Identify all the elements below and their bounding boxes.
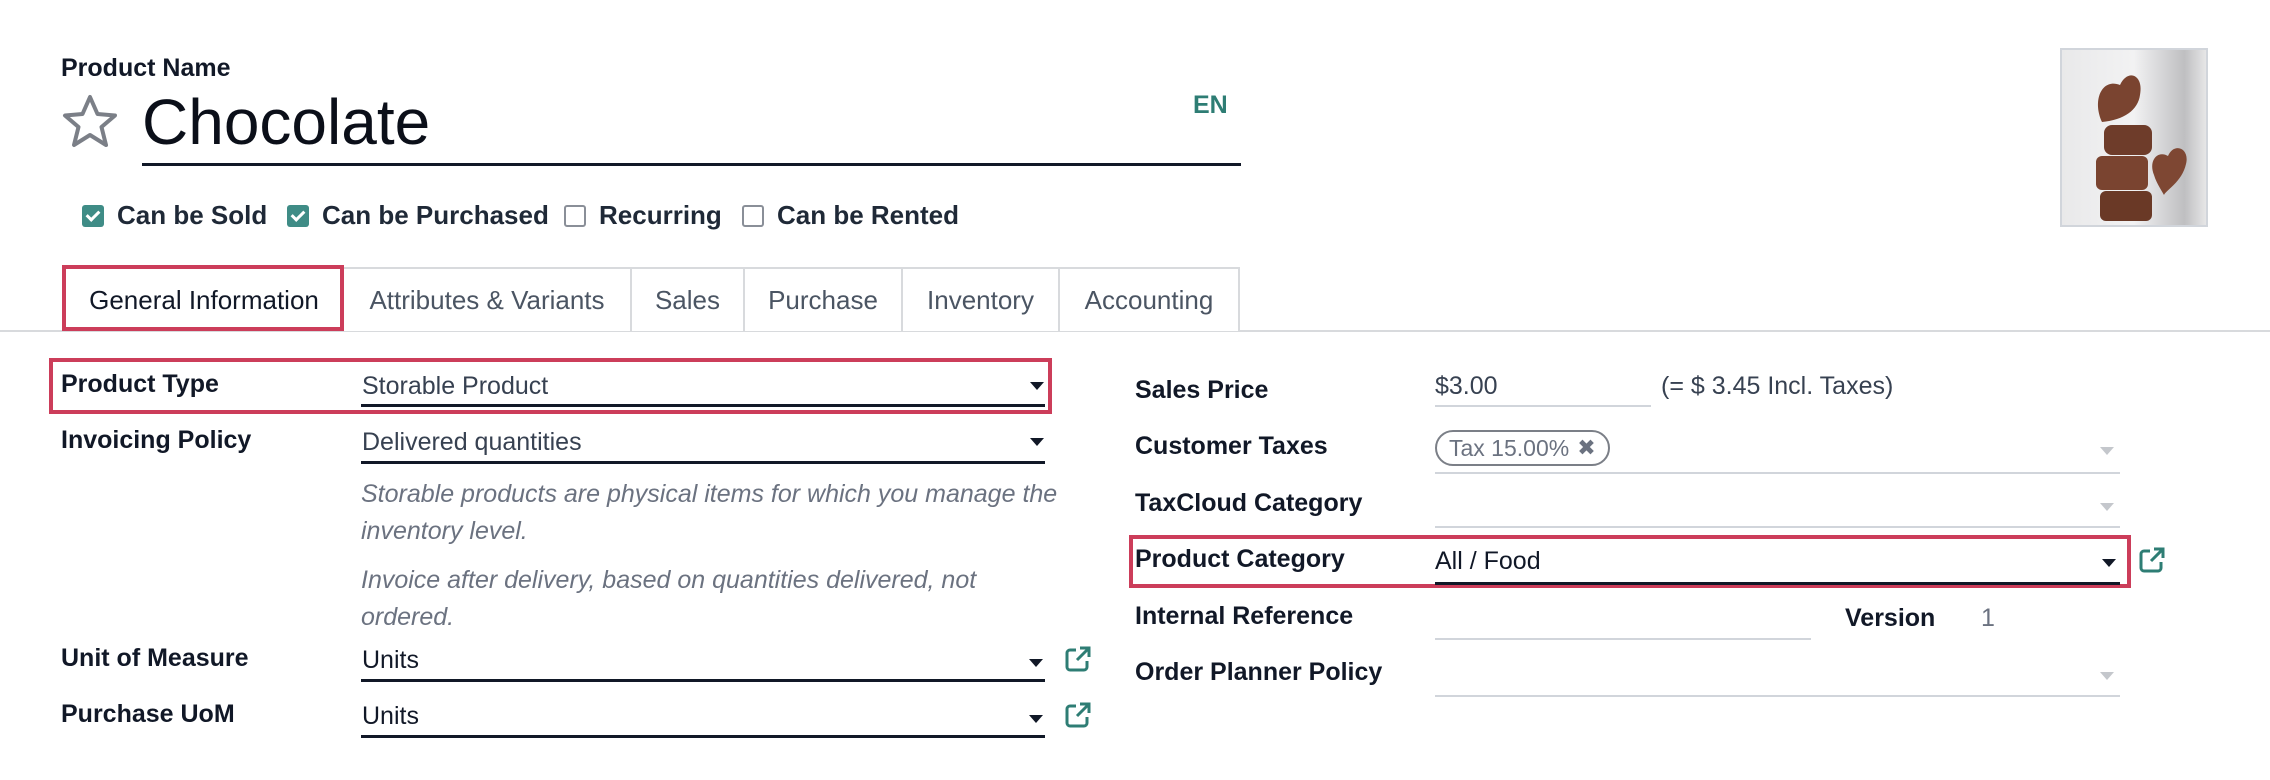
product-category-select[interactable]: All / Food [1435, 547, 1541, 576]
recurring-label[interactable]: Recurring [599, 200, 722, 231]
product-type-underline [361, 404, 1045, 407]
tax-tag-label: Tax 15.00% [1449, 434, 1570, 461]
order-planner-policy-caret-icon[interactable] [2100, 672, 2114, 680]
tab-sales[interactable]: Sales [630, 267, 745, 331]
purchase-uom-underline [361, 735, 1045, 738]
taxcloud-category-underline [1435, 526, 2120, 528]
unit-of-measure-caret-icon[interactable] [1029, 659, 1043, 667]
purchase-uom-caret-icon[interactable] [1029, 715, 1043, 723]
product-category-underline [1435, 582, 2120, 585]
tax-tag[interactable]: Tax 15.00% ✖ [1435, 430, 1610, 466]
product-type-caret-icon[interactable] [1030, 382, 1044, 390]
invoicing-policy-underline [361, 461, 1045, 464]
sales-price-underline [1435, 405, 1651, 407]
customer-taxes-label: Customer Taxes [1135, 432, 1328, 460]
product-name-underline [142, 163, 1241, 166]
purchase-uom-label: Purchase UoM [61, 700, 235, 728]
internal-reference-underline [1435, 638, 1811, 640]
sales-price-label: Sales Price [1135, 376, 1269, 404]
invoicing-policy-help-text: Invoice after delivery, based on quantit… [361, 566, 977, 631]
favorite-star-icon[interactable] [60, 93, 120, 151]
language-button[interactable]: EN [1193, 91, 1228, 120]
product-name-input[interactable]: Chocolate [142, 84, 430, 160]
unit-of-measure-select[interactable]: Units [362, 646, 419, 675]
product-name-label: Product Name [61, 54, 231, 82]
product-type-select[interactable]: Storable Product [362, 372, 548, 401]
can-be-purchased-checkbox[interactable] [287, 205, 309, 227]
taxcloud-category-caret-icon[interactable] [2100, 503, 2114, 511]
tab-purchase[interactable]: Purchase [743, 267, 903, 331]
invoicing-policy-select[interactable]: Delivered quantities [362, 428, 582, 457]
invoicing-policy-caret-icon[interactable] [1030, 438, 1044, 446]
internal-reference-label: Internal Reference [1135, 602, 1354, 630]
purchase-uom-select[interactable]: Units [362, 702, 419, 731]
sales-price-input[interactable]: $3.00 [1435, 372, 1498, 401]
remove-tag-icon[interactable]: ✖ [1577, 435, 1595, 461]
tab-highlight [62, 265, 344, 331]
can-be-sold-label[interactable]: Can be Sold [117, 200, 267, 231]
customer-taxes-caret-icon[interactable] [2100, 447, 2114, 455]
recurring-checkbox[interactable] [564, 205, 586, 227]
purchase-uom-external-link-icon[interactable] [1064, 701, 1092, 729]
order-planner-policy-underline [1435, 695, 2120, 697]
chocolate-image-icon [2096, 75, 2187, 221]
invoicing-policy-label: Invoicing Policy [61, 426, 252, 454]
unit-of-measure-external-link-icon[interactable] [1064, 645, 1092, 673]
unit-of-measure-label: Unit of Measure [61, 644, 249, 672]
version-label: Version [1845, 604, 1936, 632]
tab-inventory[interactable]: Inventory [901, 267, 1060, 331]
tab-accounting[interactable]: Accounting [1058, 267, 1240, 331]
product-category-caret-icon[interactable] [2102, 559, 2116, 567]
product-category-external-link-icon[interactable] [2138, 546, 2166, 574]
can-be-rented-label[interactable]: Can be Rented [777, 200, 959, 231]
can-be-purchased-label[interactable]: Can be Purchased [322, 200, 549, 231]
product-image[interactable] [2060, 48, 2208, 227]
product-type-help-text: Storable products are physical items for… [361, 480, 1058, 545]
can-be-sold-checkbox[interactable] [82, 205, 104, 227]
tab-attributes-variants[interactable]: Attributes & Variants [342, 267, 632, 331]
taxcloud-category-label: TaxCloud Category [1135, 489, 1363, 517]
product-category-label: Product Category [1135, 545, 1345, 573]
version-value: 1 [1981, 604, 1995, 632]
customer-taxes-underline [1435, 472, 2120, 474]
unit-of-measure-underline [361, 679, 1045, 682]
sales-price-incl-taxes: (= $ 3.45 Incl. Taxes) [1661, 372, 1894, 400]
order-planner-policy-label: Order Planner Policy [1135, 658, 1383, 686]
product-type-label: Product Type [61, 370, 219, 398]
can-be-rented-checkbox[interactable] [742, 205, 764, 227]
